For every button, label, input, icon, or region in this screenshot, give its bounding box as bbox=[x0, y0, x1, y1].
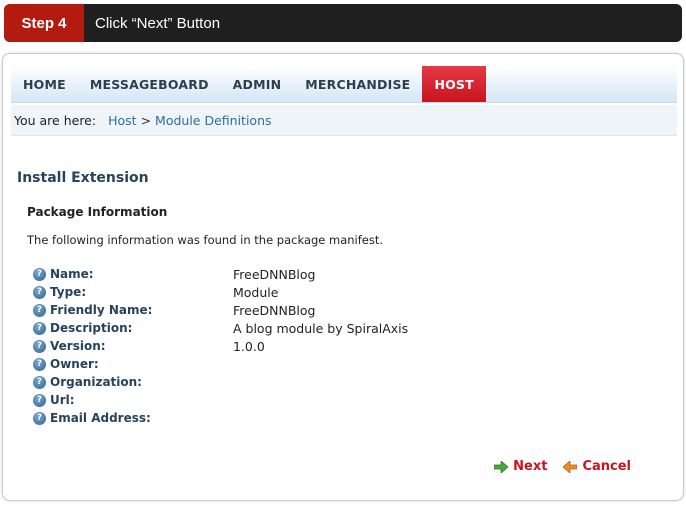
help-icon[interactable]: ? bbox=[33, 321, 46, 335]
cancel-button[interactable]: Cancel bbox=[563, 459, 631, 474]
info-label: Friendly Name: bbox=[50, 303, 153, 317]
info-label: Name: bbox=[50, 267, 94, 281]
cancel-label: Cancel bbox=[582, 459, 631, 474]
info-label: Type: bbox=[50, 285, 87, 299]
nav-host[interactable]: HOST bbox=[422, 66, 486, 102]
info-label: Owner: bbox=[50, 357, 99, 371]
info-label: Url: bbox=[50, 393, 75, 407]
help-icon[interactable]: ? bbox=[33, 375, 46, 389]
next-button[interactable]: Next bbox=[494, 459, 547, 474]
info-value: Module bbox=[233, 285, 279, 300]
top-nav: HOME MESSAGEBOARD ADMIN MERCHANDISE HOST bbox=[11, 66, 677, 103]
help-icon[interactable]: ? bbox=[33, 267, 46, 281]
next-label: Next bbox=[513, 459, 548, 474]
section-heading: Package Information bbox=[27, 205, 168, 219]
arrow-right-icon bbox=[494, 460, 509, 473]
info-label: Version: bbox=[50, 339, 106, 353]
breadcrumb-lead: You are here: bbox=[14, 112, 97, 128]
help-icon[interactable]: ? bbox=[33, 285, 46, 299]
help-icon[interactable]: ? bbox=[33, 357, 46, 371]
browser-frame: HOME MESSAGEBOARD ADMIN MERCHANDISE HOST… bbox=[2, 53, 684, 501]
help-icon[interactable]: ? bbox=[33, 339, 46, 353]
nav-admin[interactable]: ADMIN bbox=[221, 66, 294, 102]
step-banner: Step 4 Click “Next” Button bbox=[4, 4, 682, 42]
breadcrumb-host-link[interactable]: Host bbox=[108, 113, 136, 128]
action-bar: Next Cancel bbox=[494, 459, 631, 474]
info-label: Description: bbox=[50, 321, 133, 335]
nav-messageboard[interactable]: MESSAGEBOARD bbox=[78, 66, 221, 102]
help-icon[interactable]: ? bbox=[33, 393, 46, 407]
nav-merchandise[interactable]: MERCHANDISE bbox=[293, 66, 422, 102]
breadcrumb: You are here: Host > Module Definitions bbox=[11, 105, 677, 136]
info-label: Email Address: bbox=[50, 411, 151, 425]
info-value: 1.0.0 bbox=[233, 339, 265, 354]
breadcrumb-separator: > bbox=[140, 112, 152, 128]
help-icon[interactable]: ? bbox=[33, 411, 46, 425]
step-instruction: Click “Next” Button bbox=[95, 14, 221, 32]
nav-home[interactable]: HOME bbox=[11, 66, 78, 102]
help-icon[interactable]: ? bbox=[33, 303, 46, 317]
breadcrumb-module-definitions-link[interactable]: Module Definitions bbox=[155, 113, 271, 128]
section-description: The following information was found in t… bbox=[27, 233, 384, 247]
info-label: Organization: bbox=[50, 375, 142, 389]
info-value: FreeDNNBlog bbox=[233, 267, 316, 282]
step-badge: Step 4 bbox=[4, 4, 84, 42]
info-value: A blog module by SpiralAxis bbox=[233, 321, 409, 336]
arrow-left-icon bbox=[563, 460, 578, 473]
info-value: FreeDNNBlog bbox=[233, 303, 316, 318]
page-title: Install Extension bbox=[17, 170, 149, 186]
